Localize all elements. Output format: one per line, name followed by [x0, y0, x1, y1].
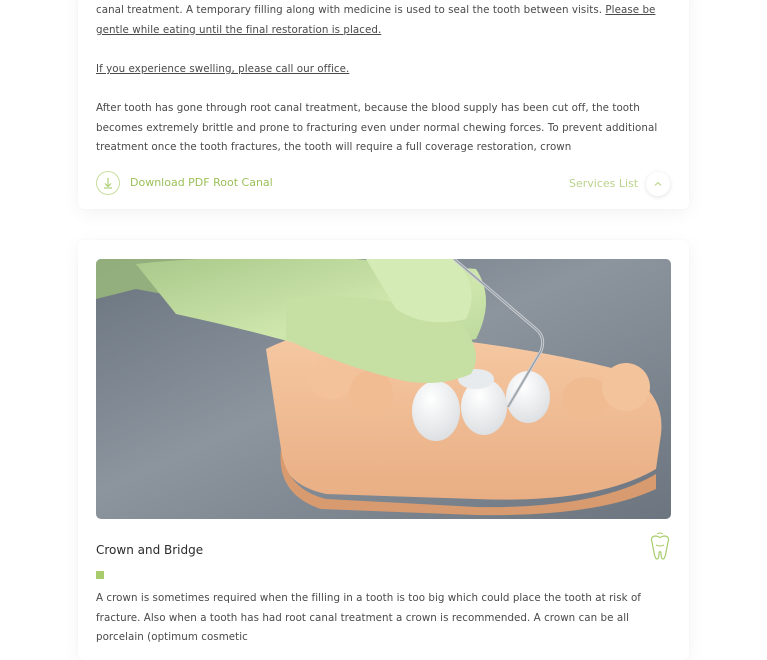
- download-arrow-icon: [104, 178, 112, 189]
- download-pdf-button[interactable]: [96, 171, 120, 195]
- root-canal-card: canal treatment. A temporary filling alo…: [78, 0, 689, 209]
- title-accent-square: [96, 571, 104, 579]
- services-list-link[interactable]: Services List: [569, 177, 638, 190]
- root-canal-paragraph-1: canal treatment. A temporary filling alo…: [96, 1, 671, 40]
- crown-bridge-paragraph: A crown is sometimes required when the f…: [96, 592, 641, 644]
- dental-model-photo: [96, 259, 671, 519]
- crown-bridge-image: [96, 259, 671, 519]
- swelling-call-link[interactable]: If you experience swelling, please call …: [96, 63, 349, 75]
- scroll-up-button[interactable]: [646, 172, 670, 196]
- tooth-icon: [650, 532, 670, 560]
- root-canal-paragraph-3: After tooth has gone through root canal …: [96, 102, 658, 154]
- chevron-up-icon: [654, 181, 662, 186]
- download-pdf-link[interactable]: Download PDF Root Canal: [130, 176, 273, 189]
- crown-bridge-title: Crown and Bridge: [96, 543, 204, 557]
- root-canal-paragraph-2: If you experience swelling, please call …: [96, 60, 671, 80]
- paragraph-text: canal treatment. A temporary filling alo…: [96, 4, 606, 16]
- crown-bridge-card: Crown and Bridge A crown is sometimes re…: [78, 240, 689, 660]
